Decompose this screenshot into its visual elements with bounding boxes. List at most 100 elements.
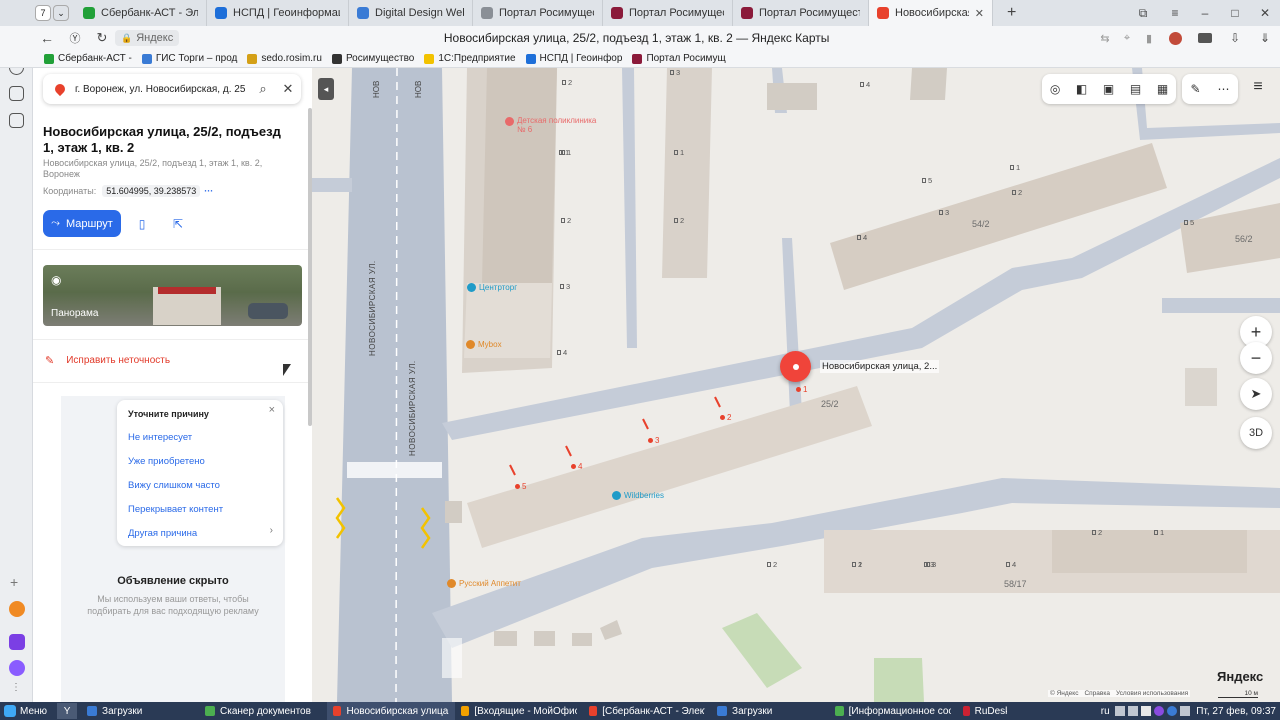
- hamburger-menu-icon[interactable]: ≡: [1244, 78, 1272, 100]
- poi-clinic[interactable]: Детская поликлиника № 6: [505, 116, 599, 134]
- calendar-icon[interactable]: [9, 86, 24, 101]
- panorama-thumbnail[interactable]: ◉ Панорама: [43, 265, 302, 326]
- photo-icon[interactable]: ▣: [1103, 82, 1114, 96]
- wallet-icon[interactable]: [1190, 33, 1220, 43]
- terms-link[interactable]: Условия использования: [1116, 690, 1188, 697]
- entrance-marker[interactable]: 1: [796, 385, 807, 394]
- volume-icon[interactable]: [1128, 706, 1139, 716]
- bookmark-item[interactable]: Сбербанк-АСТ -: [44, 53, 132, 64]
- taskbar-app[interactable]: [Входящие - МойОфис П...: [455, 702, 583, 720]
- tabs-dropdown-icon[interactable]: ⌄: [53, 5, 69, 21]
- poi-mybox[interactable]: Mybox: [466, 340, 502, 349]
- back-icon[interactable]: ←: [33, 30, 61, 46]
- coords-value[interactable]: 51.604995, 39.238573: [102, 185, 201, 197]
- downloads-icon[interactable]: ⇩: [1220, 31, 1250, 45]
- taskbar-app[interactable]: [Сбербанк-АСТ - Электро...: [583, 702, 711, 720]
- feedback-close-icon[interactable]: ×: [269, 404, 275, 416]
- taskbar-app[interactable]: [Информационное сооб...: [829, 702, 957, 720]
- route-button[interactable]: ⤳ Маршрут: [43, 210, 121, 237]
- layers-icon[interactable]: ◎: [1050, 82, 1060, 96]
- start-menu-button[interactable]: Меню: [0, 702, 53, 720]
- collapse-panel-icon[interactable]: ◂: [318, 78, 334, 100]
- save-bookmark-button[interactable]: ▯: [127, 210, 157, 237]
- browser-tab[interactable]: Новосибирская улица ✕: [869, 0, 993, 26]
- search-box[interactable]: г. Воронеж, ул. Новосибирская, д. 25 ⌕ ✕: [43, 74, 301, 104]
- taskbar-app[interactable]: Загрузки: [711, 702, 829, 720]
- place-marker[interactable]: [780, 351, 811, 382]
- camera-icon[interactable]: [9, 113, 24, 128]
- share-button[interactable]: ⇱: [163, 210, 193, 237]
- transit-icon[interactable]: ▤: [1130, 82, 1141, 96]
- bookmark-item[interactable]: Портал Росимущ: [632, 53, 726, 64]
- browser-tab[interactable]: Digital Design Web Client: [349, 0, 473, 26]
- search-input[interactable]: г. Воронеж, ул. Новосибирская, д. 25: [75, 84, 251, 95]
- more-icon[interactable]: ⋮: [11, 682, 21, 693]
- bookmark-item[interactable]: 1С:Предприятие: [424, 53, 516, 64]
- search-icon[interactable]: ⌕: [251, 81, 275, 97]
- bookmark-item[interactable]: ГИС Торги – прод: [141, 53, 237, 64]
- bookmark-page-icon[interactable]: ▮: [1138, 32, 1160, 45]
- close-window-icon[interactable]: ✕: [1250, 6, 1280, 20]
- taskbar-app[interactable]: Загрузки: [81, 702, 199, 720]
- taskbar-app[interactable]: Новосибирская улица, 2...: [327, 702, 456, 720]
- clipboard-icon[interactable]: [1141, 706, 1152, 716]
- feedback-option[interactable]: Уже приобретено: [128, 456, 205, 467]
- browser-tab[interactable]: Портал Росимущества: [603, 0, 733, 26]
- taskbar-app[interactable]: RuDesktop: [957, 702, 1013, 720]
- browser-tab[interactable]: Сбербанк-АСТ - Электро: [75, 0, 207, 26]
- feedback-option[interactable]: Вижу слишком часто: [128, 480, 220, 491]
- feedback-option[interactable]: Другая причина: [128, 528, 197, 539]
- poi-wildberries[interactable]: Wildberries: [612, 491, 664, 500]
- mail-app-icon[interactable]: [9, 601, 25, 617]
- page-title[interactable]: Новосибирская улица, 25/2, подъезд 1, эт…: [179, 31, 1094, 45]
- help-link[interactable]: Справка: [1084, 690, 1110, 697]
- fix-inaccuracy-link[interactable]: ✎ Исправить неточность: [45, 354, 170, 367]
- browser-tab[interactable]: НСПД | Геоинформацион: [207, 0, 349, 26]
- zoom-out-button[interactable]: −: [1240, 342, 1272, 374]
- panorama-mode-icon[interactable]: ◧: [1076, 82, 1087, 96]
- ruler-icon[interactable]: ✎: [1190, 82, 1200, 96]
- browser-tab[interactable]: Портал Росимущества - Ц: [473, 0, 603, 26]
- yandex-browser-icon[interactable]: Ⓨ: [61, 30, 89, 46]
- feedback-option[interactable]: Перекрывает контент: [128, 504, 223, 515]
- bookmark-item[interactable]: Росимущество: [331, 53, 414, 64]
- poi-russkiy-appetit[interactable]: Русский Аппетит: [447, 579, 521, 588]
- tab-counter[interactable]: 7: [35, 5, 51, 21]
- feedback-option[interactable]: Не интересует: [128, 432, 192, 443]
- 3d-button[interactable]: 3D: [1240, 417, 1272, 449]
- alice-app-icon[interactable]: [9, 660, 25, 676]
- menu-icon[interactable]: ≡: [1160, 6, 1190, 20]
- location-icon[interactable]: ⌖: [1116, 32, 1138, 45]
- close-tab-icon[interactable]: ✕: [975, 7, 984, 20]
- minimize-icon[interactable]: –: [1190, 6, 1220, 20]
- lang-indicator[interactable]: ru: [1095, 706, 1115, 717]
- clock[interactable]: Пт, 27 фев, 09:37: [1196, 706, 1280, 717]
- geolocation-button[interactable]: ➤: [1240, 378, 1272, 410]
- tab-manager-icon[interactable]: ⧉: [1126, 6, 1160, 21]
- new-tab-button[interactable]: +: [1007, 4, 1016, 22]
- traffic-icon[interactable]: ▦: [1157, 82, 1168, 96]
- entrance-marker[interactable]: 5: [515, 482, 526, 491]
- bookmark-item[interactable]: sedo.rosim.ru: [247, 53, 322, 64]
- taskbar-app[interactable]: Сканер документов: [199, 702, 327, 720]
- coords-more-icon[interactable]: ···: [204, 186, 213, 196]
- map-canvas[interactable]: НОВОСИБИРСКАЯ УЛ. НОВОСИБИРСКАЯ УЛ. НОВ …: [312, 68, 1280, 702]
- reload-icon[interactable]: ↻: [89, 30, 115, 46]
- add-icon[interactable]: +: [10, 574, 18, 590]
- battery-icon[interactable]: [1180, 706, 1191, 716]
- bluetooth-icon[interactable]: [1167, 706, 1178, 716]
- marker-label[interactable]: Новосибирская улица, 2...: [820, 360, 940, 373]
- messenger-icon[interactable]: [1154, 706, 1165, 716]
- entrance-marker[interactable]: 3: [648, 436, 659, 445]
- bookmark-item[interactable]: НСПД | Геоинфор: [525, 53, 622, 64]
- more-tools-icon[interactable]: ⋯: [1218, 82, 1230, 96]
- clear-search-icon[interactable]: ✕: [275, 81, 301, 97]
- network-icon[interactable]: [1115, 706, 1126, 716]
- browser-quicklaunch-icon[interactable]: Y: [57, 703, 78, 719]
- entrance-marker[interactable]: 4: [571, 462, 582, 471]
- browser-tab[interactable]: Портал Росимущества: [733, 0, 869, 26]
- entrance-marker[interactable]: 2: [720, 413, 731, 422]
- store-app-icon[interactable]: [9, 634, 25, 650]
- translate-icon[interactable]: ⇆: [1094, 32, 1116, 45]
- maximize-icon[interactable]: □: [1220, 6, 1250, 20]
